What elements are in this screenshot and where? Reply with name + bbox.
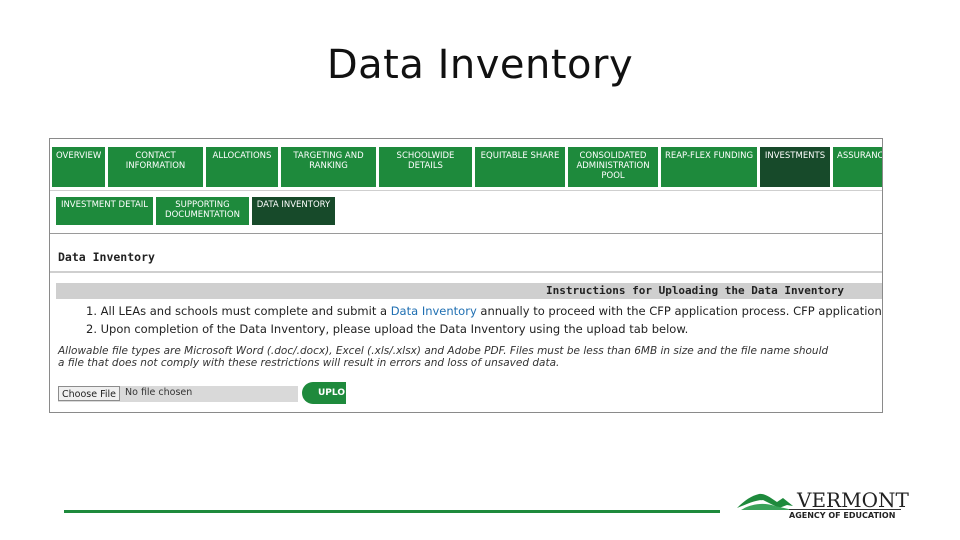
choose-file-button[interactable]: Choose File: [58, 386, 120, 401]
instructions-list: 1. All LEAs and schools must complete an…: [86, 302, 883, 338]
subtab-data-inventory[interactable]: DATA INVENTORY: [252, 197, 335, 225]
tab-equitable-share[interactable]: EQUITABLE SHARE: [475, 147, 565, 187]
instruction-text: 1. All LEAs and schools must complete an…: [86, 304, 391, 318]
tab-allocations[interactable]: ALLOCATIONS: [206, 147, 278, 187]
tab-reap-flex-funding[interactable]: REAP-FLEX FUNDING: [661, 147, 757, 187]
file-input[interactable]: Choose File No file chosen: [58, 386, 298, 402]
upload-button[interactable]: UPLO: [302, 382, 346, 404]
instructions-header: Instructions for Uploading the Data Inve…: [56, 283, 882, 299]
file-status: No file chosen: [125, 387, 193, 398]
app-screenshot: OVERVIEW CONTACT INFORMATION ALLOCATIONS…: [49, 138, 883, 413]
instruction-text: 2. Upon completion of the Data Inventory…: [86, 322, 689, 336]
tab-consolidated-administration-pool[interactable]: CONSOLIDATED ADMINISTRATION POOL: [568, 147, 658, 187]
tab-investments[interactable]: INVESTMENTS: [760, 147, 830, 187]
vermont-logo: VERMONT AGENCY OF EDUCATION: [735, 488, 909, 524]
tab-contact-information[interactable]: CONTACT INFORMATION: [108, 147, 203, 187]
file-type-note: Allowable file types are Microsoft Word …: [58, 345, 828, 369]
tab-schoolwide-details[interactable]: SCHOOLWIDE DETAILS: [379, 147, 472, 187]
data-inventory-link[interactable]: Data Inventory: [391, 304, 477, 318]
note-line: a file that does not comply with these r…: [58, 357, 560, 369]
instructions-title: Instructions for Uploading the Data Inve…: [545, 284, 844, 297]
tab-targeting-and-ranking[interactable]: TARGETING AND RANKING: [281, 147, 376, 187]
instruction-item: 1. All LEAs and schools must complete an…: [86, 302, 883, 320]
instruction-item: 2. Upon completion of the Data Inventory…: [86, 320, 882, 338]
slide-title: Data Inventory: [326, 42, 634, 88]
logo-subtitle: AGENCY OF EDUCATION: [789, 511, 896, 520]
main-tabs: OVERVIEW CONTACT INFORMATION ALLOCATIONS…: [52, 147, 882, 187]
mountain-icon: [737, 493, 793, 510]
divider: [50, 271, 882, 273]
tab-assurances[interactable]: ASSURANC: [833, 147, 882, 187]
subtab-investment-detail[interactable]: INVESTMENT DETAIL: [56, 197, 153, 225]
logo-rule: [789, 509, 901, 510]
tab-overview[interactable]: OVERVIEW: [52, 147, 105, 187]
instruction-text: annually to proceed with the CFP applica…: [476, 304, 883, 318]
subtab-supporting-documentation[interactable]: SUPPORTING DOCUMENTATION: [156, 197, 249, 225]
sub-tab-bar: INVESTMENT DETAIL SUPPORTING DOCUMENTATI…: [50, 190, 882, 234]
sub-tabs: INVESTMENT DETAIL SUPPORTING DOCUMENTATI…: [56, 197, 335, 225]
section-title: Data Inventory: [58, 250, 155, 264]
footer-rule: [64, 510, 720, 513]
note-line: Allowable file types are Microsoft Word …: [58, 345, 829, 357]
